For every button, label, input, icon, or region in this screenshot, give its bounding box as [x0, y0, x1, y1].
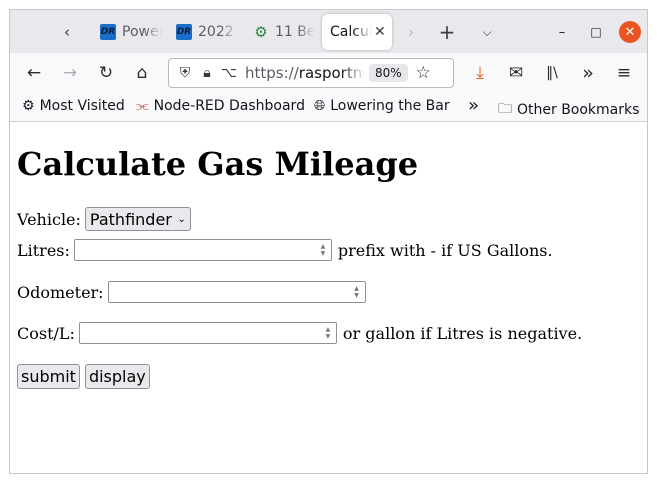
download-icon[interactable]: ⤓	[468, 61, 492, 85]
cost-label: Cost/L:	[17, 323, 75, 343]
odometer-input[interactable]: ▲ ▼	[107, 281, 366, 303]
tab-11-be[interactable]: ⚙ 11 Be	[245, 14, 315, 50]
navigation-bar: ← → ↻ ⌂ ⛨ 🔒︎ ⌥ https://rasportne 80% ☆ ⤓…	[10, 53, 647, 93]
bookmark-other-bookmarks[interactable]: 🗀︎ Other Bookmarks	[498, 98, 639, 122]
folder-icon: 🗀︎	[498, 101, 512, 117]
vehicle-row: Vehicle: Pathfinder ⌄	[17, 207, 191, 231]
home-icon[interactable]: ⌂	[130, 61, 154, 85]
litres-row: Litres: ▲ ▼ prefix with - if US Gallons.	[17, 239, 553, 261]
lock-icon[interactable]: 🔒︎	[197, 65, 217, 81]
cost-note: or gallon if Litres is negative.	[342, 323, 583, 343]
tab-close-icon[interactable]: ✕	[374, 24, 386, 40]
permissions-icon[interactable]: ⌥	[219, 65, 239, 81]
tab-label: Calculate	[330, 24, 372, 40]
bookmarks-toolbar: ⚙ Most Visited ⫘ Node-RED Dashboard 🌐︎ L…	[10, 93, 647, 122]
browser-window: ‹ DR Power DR 2022 ⚙ 11 Be Calculate ✕ ›…	[9, 9, 648, 474]
window-close-icon[interactable]: ✕	[619, 21, 641, 43]
tab-label: Power	[122, 24, 162, 40]
bookmark-label: Node-RED Dashboard	[153, 98, 305, 114]
tab-2022[interactable]: DR 2022	[168, 14, 238, 50]
bookmark-star-icon[interactable]: ☆	[416, 63, 431, 83]
library-icon[interactable]: ‖\	[540, 61, 564, 85]
cost-input[interactable]: ▲ ▼	[78, 322, 337, 344]
tab-calculate-active[interactable]: Calculate ✕	[322, 14, 392, 50]
hamburger-menu-icon[interactable]: ≡	[612, 61, 636, 85]
dr-favicon-icon: DR	[100, 24, 116, 40]
cost-row: Cost/L: ▲ ▼ or gallon if Litres is negati…	[17, 322, 582, 344]
shield-icon[interactable]: ⛨	[175, 65, 195, 81]
tab-label: 11 Be	[275, 24, 315, 40]
mail-icon[interactable]: ✉	[504, 61, 528, 85]
url-host: rasportne	[298, 64, 365, 82]
gear-favicon-icon: ⚙	[254, 23, 268, 41]
stepper-icon[interactable]: ▲ ▼	[323, 326, 333, 340]
gear-icon: ⚙	[22, 98, 35, 114]
cost-field[interactable]	[79, 323, 336, 343]
page-content: Calculate Gas Mileage Vehicle: Pathfinde…	[10, 123, 647, 473]
bookmark-most-visited[interactable]: ⚙ Most Visited	[22, 98, 125, 114]
stepper-icon[interactable]: ▲ ▼	[318, 243, 328, 257]
back-icon[interactable]: ←	[22, 61, 46, 85]
url-scheme: https://	[245, 64, 299, 82]
node-red-icon: ⫘	[136, 98, 149, 114]
reload-icon[interactable]: ↻	[94, 61, 118, 85]
odometer-row: Odometer: ▲ ▼	[17, 281, 366, 303]
page-title: Calculate Gas Mileage	[17, 145, 419, 183]
url-text[interactable]: https://rasportne	[245, 64, 365, 82]
vehicle-label: Vehicle:	[17, 209, 81, 229]
bookmark-lowering-the-bar[interactable]: 🌐︎ Lowering the Bar	[314, 98, 450, 114]
button-row: submit display	[17, 364, 155, 389]
list-all-tabs-icon[interactable]: ⌵	[476, 21, 498, 43]
vehicle-select-wrapper[interactable]: Pathfinder ⌄	[84, 207, 191, 231]
vehicle-select[interactable]: Pathfinder	[84, 207, 191, 231]
tab-strip: ‹ DR Power DR 2022 ⚙ 11 Be Calculate ✕ ›…	[10, 10, 647, 53]
odometer-label: Odometer:	[17, 282, 104, 302]
tab-power[interactable]: DR Power	[92, 14, 162, 50]
overflow-menu-icon[interactable]: »	[576, 61, 600, 85]
stepper-icon[interactable]: ▲ ▼	[352, 285, 362, 299]
dr-favicon-icon: DR	[176, 24, 192, 40]
bookmark-node-red-dashboard[interactable]: ⫘ Node-RED Dashboard	[136, 98, 305, 114]
url-bar[interactable]: ⛨ 🔒︎ ⌥ https://rasportne 80% ☆	[168, 58, 454, 88]
litres-note: prefix with - if US Gallons.	[337, 240, 553, 260]
bookmark-label: Other Bookmarks	[517, 102, 640, 118]
minimize-icon[interactable]: –	[551, 21, 573, 43]
litres-input[interactable]: ▲ ▼	[73, 239, 332, 261]
litres-field[interactable]	[74, 240, 331, 260]
display-button[interactable]: display	[84, 364, 150, 389]
odometer-field[interactable]	[108, 282, 365, 302]
tab-scroll-right-icon[interactable]: ›	[400, 21, 422, 43]
bookmark-label: Most Visited	[39, 98, 125, 114]
litres-label: Litres:	[17, 240, 70, 260]
bookmarks-overflow-icon[interactable]: »	[468, 95, 479, 116]
maximize-icon[interactable]: □	[585, 21, 607, 43]
bookmark-label: Lowering the Bar	[330, 98, 450, 114]
forward-icon[interactable]: →	[58, 61, 82, 85]
globe-icon: 🌐︎	[314, 98, 326, 114]
tab-label: 2022	[198, 24, 234, 40]
tab-scroll-left-icon[interactable]: ‹	[56, 21, 78, 43]
submit-button[interactable]: submit	[17, 364, 80, 389]
zoom-indicator[interactable]: 80%	[369, 64, 408, 82]
new-tab-icon[interactable]: +	[436, 20, 458, 44]
